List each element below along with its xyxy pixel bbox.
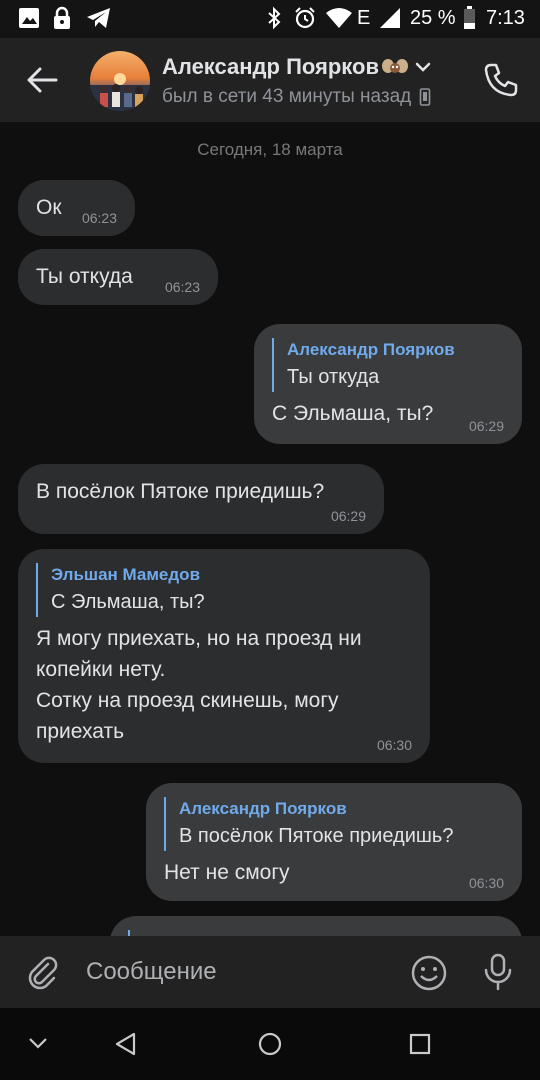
status-time: 7:13	[486, 6, 525, 29]
message-text: Ты откуда	[36, 265, 133, 288]
last-seen-text: был в сети 43 минуты назад	[162, 86, 412, 107]
reply-author: Александр Поярков	[287, 340, 455, 359]
mobile-device-icon	[419, 88, 431, 106]
nav-back-icon[interactable]	[112, 1030, 140, 1058]
emoji-icon[interactable]	[410, 954, 448, 992]
reply-quote[interactable]: Александр Поярков В посёлок Пятоке приед…	[164, 797, 522, 851]
avatar[interactable]	[90, 51, 150, 111]
reply-text: С Эльмаша, ты?	[51, 591, 205, 613]
contact-status: был в сети 43 минуты назад	[162, 86, 431, 108]
chevron-down-icon[interactable]	[415, 61, 431, 73]
status-bar: E 25 % 7:13	[0, 0, 540, 38]
chat-header: Александр Поярков был в сети 43 минуты н…	[0, 38, 540, 122]
back-arrow-icon[interactable]	[24, 62, 60, 98]
telegram-icon	[86, 6, 112, 30]
system-navigation-bar	[0, 1008, 540, 1080]
paperclip-icon[interactable]	[24, 954, 60, 990]
network-type: E	[357, 6, 371, 29]
nav-recents-icon[interactable]	[406, 1030, 434, 1058]
message-time: 06:23	[81, 210, 117, 226]
message-text: Я могу приехать, но на проезд ни копейки…	[36, 627, 362, 743]
image-icon	[18, 6, 40, 30]
wifi-icon	[325, 6, 353, 30]
message-text: В посёлок Пятоке приедишь?	[36, 480, 325, 503]
message-list[interactable]: Сегодня, 18 марта Ок 06:23 Ты откуда 06:…	[0, 122, 540, 936]
microphone-icon[interactable]	[481, 952, 515, 992]
message-time: 06:30	[468, 875, 504, 891]
message-outgoing[interactable]: Александр Поярков В посёлок Пятоке приед…	[146, 783, 522, 901]
message-time: 06:23	[164, 279, 200, 295]
date-separator: Сегодня, 18 марта	[197, 140, 343, 159]
message-time: 06:29	[468, 418, 504, 434]
reply-quote[interactable]: Александр Поярков Ты откуда	[272, 338, 522, 392]
contact-name: Александр Поярков	[162, 54, 379, 79]
message-outgoing[interactable]	[110, 916, 522, 936]
nav-home-icon[interactable]	[256, 1030, 284, 1058]
reply-author: Эльшан Мамедов	[51, 565, 201, 584]
message-incoming[interactable]: Ок 06:23	[18, 180, 135, 236]
reply-text: В посёлок Пятоке приедишь?	[179, 825, 454, 847]
message-time: 06:30	[376, 737, 412, 753]
message-incoming[interactable]: Эльшан Мамедов С Эльмаша, ты? Я могу при…	[18, 549, 430, 763]
phone-icon[interactable]	[483, 62, 519, 98]
bluetooth-icon	[266, 6, 282, 30]
reply-author: Александр Поярков	[179, 799, 347, 818]
message-outgoing[interactable]: Александр Поярков Ты откуда С Эльмаша, т…	[254, 324, 522, 444]
reply-text: Ты откуда	[287, 366, 380, 388]
nav-hide-icon[interactable]	[26, 1034, 50, 1052]
emoji-badge-icon	[381, 56, 409, 78]
signal-icon	[379, 6, 401, 30]
message-incoming[interactable]: В посёлок Пятоке приедишь? 06:29	[18, 464, 384, 534]
message-composer: Сообщение	[0, 936, 540, 1008]
reply-quote[interactable]: Эльшан Мамедов С Эльмаша, ты?	[36, 563, 430, 617]
message-time: 06:29	[330, 508, 366, 524]
message-input[interactable]: Сообщение	[86, 958, 217, 986]
message-incoming[interactable]: Ты откуда 06:23	[18, 249, 218, 305]
alarm-icon	[293, 6, 317, 30]
battery-icon	[463, 6, 476, 30]
message-text: Ок	[36, 196, 62, 219]
lock-icon	[52, 6, 72, 30]
chat-title[interactable]: Александр Поярков	[162, 54, 431, 80]
battery-percent: 25 %	[410, 6, 456, 29]
